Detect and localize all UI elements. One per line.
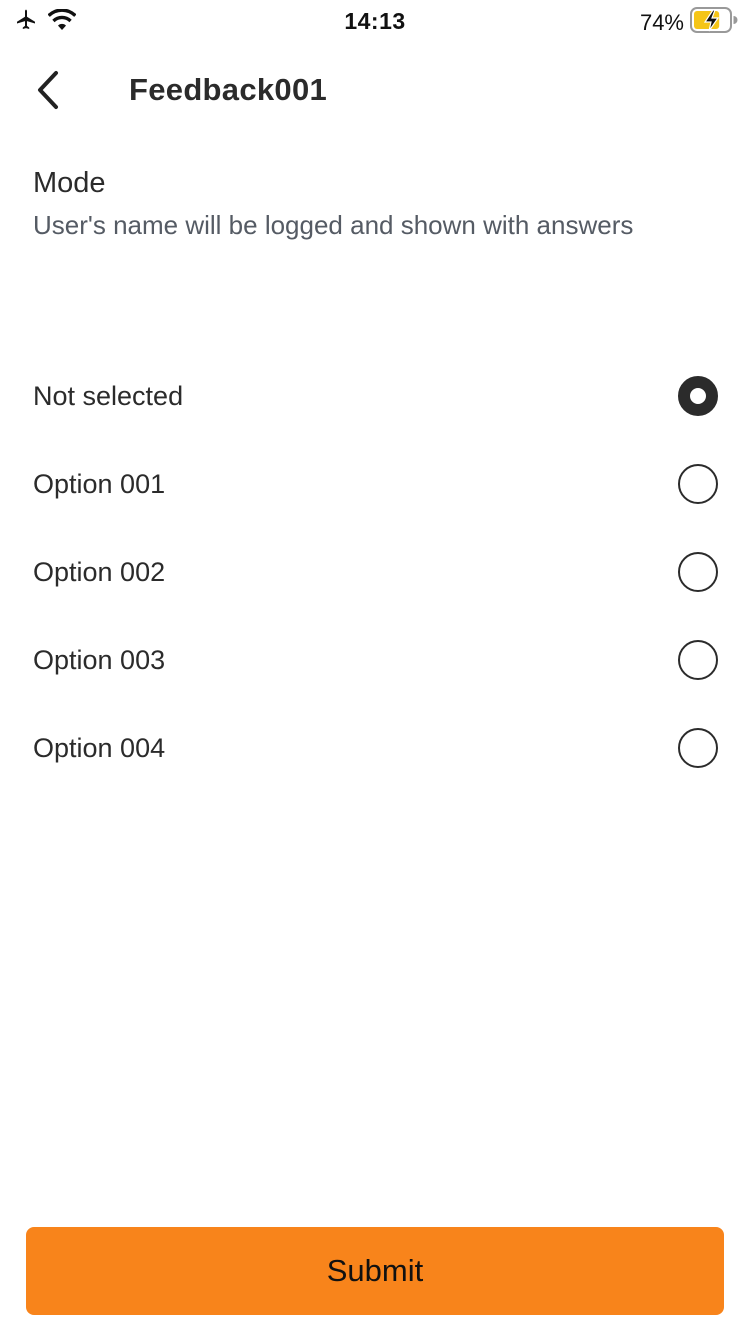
option-label: Not selected: [33, 380, 184, 411]
option-label: Option 002: [33, 556, 166, 587]
battery-percent: 74%: [639, 9, 684, 35]
feedback-screen: 14:13 74% Feedback001 Mode User's name w…: [0, 0, 750, 1334]
option-row-001[interactable]: Option 001: [0, 440, 750, 528]
option-row-002[interactable]: Option 002: [0, 528, 750, 616]
mode-description: User's name will be logged and shown wit…: [33, 210, 634, 240]
back-button[interactable]: [22, 68, 74, 116]
header: Feedback001: [0, 60, 750, 124]
option-label: Option 004: [33, 732, 166, 763]
option-row-004[interactable]: Option 004: [0, 704, 750, 792]
submit-button[interactable]: Submit: [26, 1227, 724, 1315]
option-row-not-selected[interactable]: Not selected: [0, 352, 750, 440]
status-time: 14:13: [344, 8, 406, 34]
radio-button[interactable]: [678, 552, 718, 592]
chevron-left-icon: [34, 70, 62, 115]
page-title: Feedback001: [129, 72, 328, 107]
status-bar-right: 74%: [640, 7, 738, 38]
radio-button[interactable]: [678, 464, 718, 504]
status-bar: 14:13 74%: [0, 0, 750, 40]
mode-title: Mode: [33, 167, 106, 199]
battery-charging-icon: [690, 7, 738, 38]
radio-button[interactable]: [678, 728, 718, 768]
option-row-003[interactable]: Option 003: [0, 616, 750, 704]
option-label: Option 003: [33, 644, 166, 675]
option-label: Option 001: [33, 468, 166, 499]
radio-button[interactable]: [678, 640, 718, 680]
radio-button[interactable]: [678, 376, 718, 416]
options-list: Not selected Option 001 Option 002 Optio…: [0, 352, 750, 792]
